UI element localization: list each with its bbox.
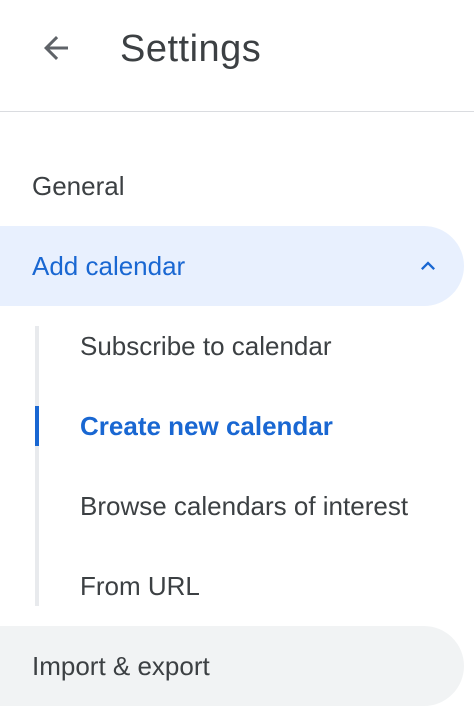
app-header: Settings [0,0,474,112]
nav-item-import-export[interactable]: Import & export [0,626,464,706]
nav-item-add-calendar[interactable]: Add calendar [0,226,464,306]
nav-item-general[interactable]: General [0,146,464,226]
submenu-rail [35,326,39,606]
submenu-item-subscribe[interactable]: Subscribe to calendar [80,306,470,386]
submenu-active-indicator [35,406,39,446]
submenu-item-browse[interactable]: Browse calendars of interest [80,466,470,546]
submenu-item-create-new[interactable]: Create new calendar [80,386,470,466]
nav-item-label: Add calendar [32,250,186,281]
settings-page: Settings General Add calendar Subscribe … [0,0,474,724]
arrow-back-icon [44,36,68,60]
back-button[interactable] [24,16,88,80]
page-title: Settings [120,28,262,70]
chevron-up-icon [421,261,435,270]
nav-item-label: General [32,170,125,201]
nav-item-label: Import & export [32,650,210,681]
submenu-item-from-url[interactable]: From URL [80,546,470,626]
